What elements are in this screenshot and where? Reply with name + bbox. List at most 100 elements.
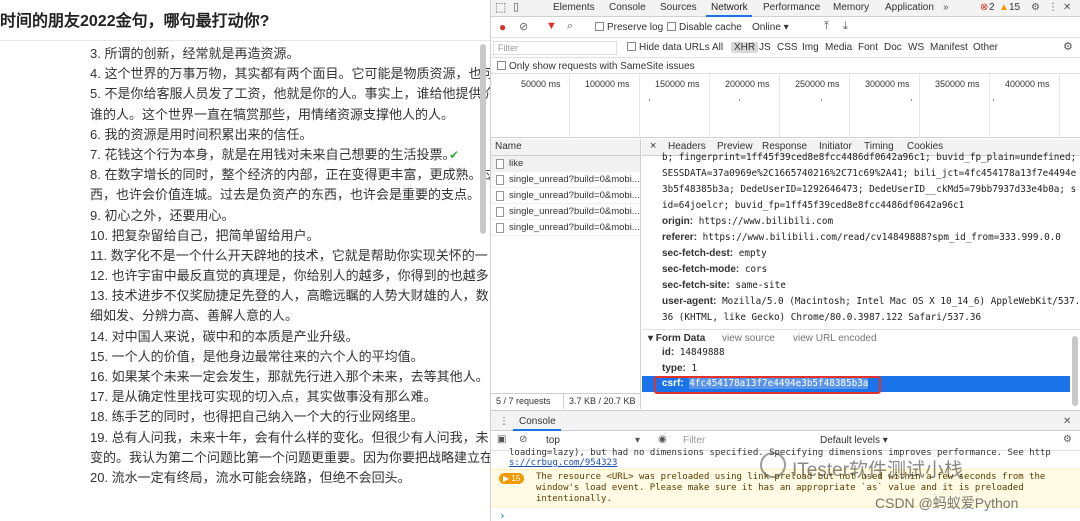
context-select[interactable]: top	[546, 435, 560, 446]
request-list-header[interactable]: Name	[491, 139, 640, 156]
warning-repeat-count: 15	[511, 474, 521, 483]
tab-response[interactable]: Response	[762, 141, 807, 152]
article-line: 17. 是从确定性里找可实现的切入点，其实做事没有那么难。	[90, 389, 437, 405]
request-row[interactable]: like	[491, 156, 640, 172]
headers-scrollbar[interactable]	[1072, 336, 1078, 406]
tab-memory[interactable]: Memory	[833, 2, 869, 13]
article-line: 15. 一个人的价值，是他身边最常往来的六个人的平均值。	[90, 348, 424, 364]
throttle-select[interactable]: Online ▾	[752, 22, 789, 33]
view-source-link[interactable]: view source	[722, 333, 775, 344]
request-name: single_unread?build=0&mobi...	[509, 222, 640, 233]
network-settings-gear-icon[interactable]: ⚙	[1063, 40, 1073, 53]
timeline-gridline	[919, 74, 920, 138]
field-key: id:	[662, 347, 675, 358]
title-divider	[0, 40, 490, 41]
timeline-gridline	[989, 74, 990, 138]
live-expression-eye-icon[interactable]: ◉	[658, 434, 667, 445]
warning-icon[interactable]: ▲	[999, 2, 1009, 13]
more-tabs-icon[interactable]: »	[943, 2, 949, 13]
timeline-tick: 150000 ms	[655, 79, 700, 89]
timeline-request-mark	[993, 99, 994, 101]
clear-console-icon[interactable]: ⊘	[519, 434, 527, 445]
export-har-icon[interactable]: ⤓	[843, 20, 848, 33]
log-levels-select[interactable]: Default levels ▾	[820, 435, 888, 446]
cookie-line: b; fingerprint=1ff45f39ced8e8fcc4486df06…	[662, 152, 1077, 163]
form-data-toggle[interactable]: ▾ Form Data	[648, 333, 705, 344]
header-user-agent-cont: 36 (KHTML, like Gecko) Chrome/80.0.3987.…	[662, 312, 982, 323]
console-prompt[interactable]: ›	[499, 509, 506, 521]
inspect-icon[interactable]: ⬚	[495, 0, 506, 14]
type-other[interactable]: Other	[973, 42, 998, 53]
article-line: 8. 在数字增长的同时，整个经济的内部，正在变得更丰富，更成熟。过	[90, 167, 490, 183]
drawer-menu-icon[interactable]: ⋮	[499, 416, 509, 427]
devtools-panel: ⬚ ▯ Elements Console Sources Network Per…	[491, 0, 1080, 521]
tab-initiator[interactable]: Initiator	[819, 141, 852, 152]
article-line: 12. 也许宇宙中最反直觉的真理是，你给别人的越多，你得到的也越多	[90, 268, 489, 284]
file-icon	[496, 159, 504, 169]
view-url-encoded-link[interactable]: view URL encoded	[793, 333, 877, 344]
timeline-tick: 200000 ms	[725, 79, 770, 89]
more-options-icon[interactable]: ⋮	[1048, 2, 1058, 13]
hide-data-urls-checkbox[interactable]: Hide data URLs	[627, 42, 710, 53]
context-dropdown-icon[interactable]: ▾	[635, 435, 640, 446]
import-har-icon[interactable]: ⤒	[824, 20, 829, 33]
close-devtools-icon[interactable]: ✕	[1063, 2, 1071, 13]
tab-preview[interactable]: Preview	[717, 141, 753, 152]
type-img[interactable]: Img	[802, 42, 819, 53]
request-row[interactable]: single_unread?build=0&mobi...	[491, 172, 640, 188]
timeline-gridline	[1059, 74, 1060, 138]
console-link[interactable]: s://crbug.com/954323	[509, 458, 617, 468]
console-drawer-tab[interactable]: Console	[519, 416, 556, 427]
request-row[interactable]: single_unread?build=0&mobi...	[491, 204, 640, 220]
tab-timing[interactable]: Timing	[864, 141, 894, 152]
clear-icon[interactable]: ⊘	[519, 20, 528, 33]
tab-sources[interactable]: Sources	[660, 2, 697, 13]
console-sidebar-icon[interactable]: ▣	[497, 434, 506, 445]
form-field-csrf-selected[interactable]: csrf: 4fc454178a13f7e4494e3b5f48385b3a	[642, 376, 1070, 394]
tab-cookies[interactable]: Cookies	[907, 141, 943, 152]
timeline-tick: 350000 ms	[935, 79, 980, 89]
console-settings-gear-icon[interactable]: ⚙	[1063, 434, 1072, 445]
request-row[interactable]: single_unread?build=0&mobi...	[491, 188, 640, 204]
record-icon[interactable]: ●	[499, 20, 506, 34]
timeline-gridline	[569, 74, 570, 138]
type-manifest[interactable]: Manifest	[930, 42, 968, 53]
header-origin: origin: https://www.bilibili.com	[662, 216, 833, 227]
article-scrollbar[interactable]	[480, 44, 486, 234]
tab-elements[interactable]: Elements	[553, 2, 595, 13]
type-js[interactable]: JS	[759, 42, 771, 53]
header-key: referer:	[662, 232, 698, 243]
type-doc[interactable]: Doc	[884, 42, 902, 53]
header-value: https://www.bilibili.com/read/cv14849888…	[702, 232, 1061, 243]
tab-console[interactable]: Console	[609, 2, 646, 13]
type-all[interactable]: All	[712, 42, 723, 53]
type-media[interactable]: Media	[825, 42, 852, 53]
error-icon[interactable]: ⊗	[980, 2, 988, 13]
request-row[interactable]: single_unread?build=0&mobi...	[491, 220, 640, 236]
tab-network[interactable]: Network	[711, 2, 748, 13]
search-icon[interactable]: ⌕	[567, 20, 573, 33]
article-line: 谁的人。这个世界一直在犒赏那些，用情绪资源支撑他人的人。	[90, 106, 455, 122]
filter-funnel-icon[interactable]: ▼	[546, 20, 557, 32]
network-timeline[interactable]: 50000 ms 100000 ms 150000 ms 200000 ms 2…	[491, 74, 1080, 138]
header-key: origin:	[662, 216, 694, 227]
type-css[interactable]: CSS	[777, 42, 798, 53]
device-toggle-icon[interactable]: ▯	[513, 0, 519, 13]
type-ws[interactable]: WS	[908, 42, 924, 53]
network-filter-input[interactable]: Filter	[493, 41, 617, 55]
wechat-share-icon[interactable]: ✔	[449, 148, 463, 162]
request-name: single_unread?build=0&mobi...	[509, 206, 640, 217]
settings-gear-icon[interactable]: ⚙	[1031, 2, 1040, 13]
close-drawer-icon[interactable]: ✕	[1063, 416, 1071, 427]
tab-performance[interactable]: Performance	[763, 2, 820, 13]
tab-headers[interactable]: Headers	[668, 141, 706, 152]
console-filter-input[interactable]: Filter	[683, 435, 705, 446]
close-detail-icon[interactable]: ×	[650, 140, 656, 152]
type-font[interactable]: Font	[858, 42, 878, 53]
tab-application[interactable]: Application	[885, 2, 934, 13]
samesite-checkbox[interactable]: Only show requests with SameSite issues	[497, 61, 695, 72]
disable-cache-checkbox[interactable]: Disable cache	[667, 22, 742, 33]
csrf-highlight-box	[654, 376, 881, 394]
preserve-log-checkbox[interactable]: Preserve log	[595, 22, 663, 33]
type-xhr[interactable]: XHR	[731, 42, 759, 53]
